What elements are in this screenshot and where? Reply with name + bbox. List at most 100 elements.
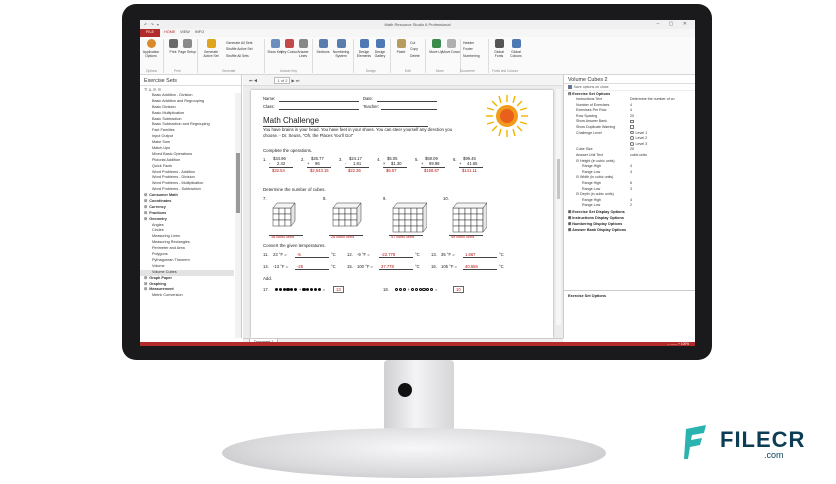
- operand-bottom: 96: [315, 161, 320, 166]
- move-down-button[interactable]: Move Down: [442, 39, 460, 54]
- answer-value: $2,543.15: [310, 168, 329, 173]
- window-controls[interactable]: – ▢ ✕: [657, 21, 691, 27]
- expand-toggle-icon[interactable]: ⊞: [144, 199, 147, 203]
- tab-view[interactable]: VIEW: [180, 30, 190, 34]
- temperature-question: 100 °F =: [357, 264, 373, 269]
- ribbon-separator: [460, 39, 461, 73]
- tree-item-label: Fact Families: [152, 128, 175, 133]
- exercise-number: 15.: [347, 264, 353, 269]
- worksheet-intro: You have brains in your head. You have f…: [263, 127, 453, 138]
- shuffle-active-set-button[interactable]: Shuffle Active Set: [226, 46, 253, 52]
- dot-icon: [290, 288, 294, 292]
- expand-toggle-icon[interactable]: ⊞: [144, 205, 147, 209]
- paste-button[interactable]: Paste: [392, 39, 410, 54]
- operator: -: [269, 161, 271, 166]
- group-label-fonts-colours: Fonts and Colours: [492, 69, 519, 73]
- radio-button[interactable]: [630, 136, 634, 140]
- page-indicator[interactable]: 1 of 2: [274, 77, 291, 84]
- design-gallery-button[interactable]: Design Gallery: [371, 39, 389, 58]
- group-label-answer-key: Answer Key: [280, 69, 298, 73]
- expand-toggle-icon[interactable]: ⊞: [144, 193, 147, 197]
- answer-value: $6.57: [386, 168, 397, 173]
- panel-toolbar[interactable]: ⇈ ⇊ ☰ ☰: [140, 86, 241, 93]
- dot-icon: [302, 288, 306, 292]
- tree-item-label: Basic Subtraction: [152, 116, 182, 121]
- button-label: Generate Active Set: [203, 50, 219, 59]
- save-options-checkbox[interactable]: [568, 85, 572, 89]
- title-bar: ↶ ↷ ▾ Math Resource Studio 6 Professiona…: [140, 20, 695, 29]
- expand-toggle-icon[interactable]: ⊞: [144, 282, 147, 286]
- page-setup-button[interactable]: Page Setup: [178, 39, 196, 54]
- dot-icon: [418, 288, 422, 292]
- tree-scrollbar[interactable]: [235, 93, 241, 338]
- dot-icon: [422, 288, 426, 292]
- palette-icon: [284, 39, 294, 48]
- global-fonts-button[interactable]: Global Fonts: [490, 39, 508, 58]
- nav-next-last[interactable]: ▶ ⏭: [292, 78, 300, 83]
- expand-toggle-icon[interactable]: ⊞: [144, 276, 147, 280]
- temperature-unit: °C: [415, 264, 420, 269]
- exercise-number: 14.: [263, 264, 269, 269]
- gallery-icon: [375, 39, 385, 48]
- zoom-control[interactable]: – ─── + 100%: [668, 342, 689, 346]
- property-value: 2: [630, 203, 632, 209]
- application-options-button[interactable]: Application Options: [142, 39, 160, 58]
- name-line: [279, 101, 359, 102]
- button-label: Application Options: [142, 50, 160, 59]
- numbering-system-button[interactable]: Numbering System: [330, 39, 352, 58]
- button-label: Design Gallery: [374, 50, 386, 59]
- worksheet-title: Math Challenge: [263, 116, 320, 125]
- tree-item-label: Measuring Rectangles: [152, 240, 190, 245]
- operand-bottom: 99.98: [429, 161, 440, 166]
- answer-value: 49 cubic units: [451, 235, 475, 239]
- tab-file[interactable]: FILE: [140, 29, 160, 37]
- tree-item-label: Graphing: [149, 281, 167, 286]
- global-colours-button[interactable]: Global Colours: [507, 39, 525, 58]
- ribbon-separator: [312, 39, 313, 73]
- section-header[interactable]: ⊞ Answer Bank Display Options: [564, 227, 695, 233]
- dot-icon: [306, 288, 310, 292]
- tree-item-label: Word Problems - Subtraction: [152, 187, 201, 192]
- radio-button[interactable]: [630, 142, 634, 146]
- expand-toggle-icon[interactable]: ⊞: [144, 217, 147, 221]
- scrollbar-thumb[interactable]: [557, 159, 560, 199]
- expand-toggle-icon[interactable]: ⊞: [144, 287, 147, 291]
- property-value-text: Determine the number of cu: [630, 97, 675, 101]
- scrollbar-thumb[interactable]: [236, 153, 240, 213]
- group-label-options: Options: [146, 69, 157, 73]
- delete-button[interactable]: Delete: [410, 53, 420, 59]
- tab-info[interactable]: INFO: [195, 30, 204, 34]
- dot-icon: [411, 288, 415, 292]
- monitor-stand-neck: [384, 360, 454, 434]
- numbering-button[interactable]: Numbering: [463, 53, 480, 59]
- radio-button[interactable]: [630, 130, 634, 135]
- operand-bottom: 1.81: [353, 161, 362, 166]
- property-row[interactable]: Range Low 2: [564, 203, 695, 209]
- ribbon-separator: [197, 39, 198, 73]
- watermark-brand: FILECR: [720, 427, 806, 452]
- tab-home[interactable]: HOME: [164, 30, 175, 34]
- exercise-number: 5.: [415, 157, 419, 162]
- cube-figure-icon: [332, 202, 362, 227]
- property-value-text: 4: [630, 164, 632, 169]
- dot-icon: [275, 288, 279, 292]
- status-bar-strip: [140, 342, 695, 346]
- answer-line: [463, 269, 497, 270]
- document-scrollbar[interactable]: [556, 89, 561, 325]
- equals-sign: =: [321, 287, 325, 292]
- shuffle-all-sets-button[interactable]: Shuffle All Sets: [226, 53, 253, 59]
- date-line: [377, 101, 437, 102]
- button-label: Global Fonts: [494, 50, 504, 59]
- exercise-number: 8.: [323, 196, 327, 201]
- answer-lines-button[interactable]: Answer Lines: [294, 39, 312, 58]
- sun-icon: [486, 95, 528, 137]
- generate-active-set-button[interactable]: Generate Active Set: [199, 39, 223, 58]
- tree-item-label: Word Problems - Addition: [152, 169, 195, 174]
- checkbox[interactable]: [630, 119, 634, 124]
- nav-first-prev[interactable]: ⏮ ◀: [249, 78, 257, 83]
- tree-item[interactable]: Metric Conversion: [140, 293, 234, 299]
- expand-toggle-icon[interactable]: ⊞: [144, 211, 147, 215]
- checkbox[interactable]: [630, 125, 634, 129]
- paste-icon: [396, 39, 406, 48]
- property-label: Range Low: [582, 203, 601, 208]
